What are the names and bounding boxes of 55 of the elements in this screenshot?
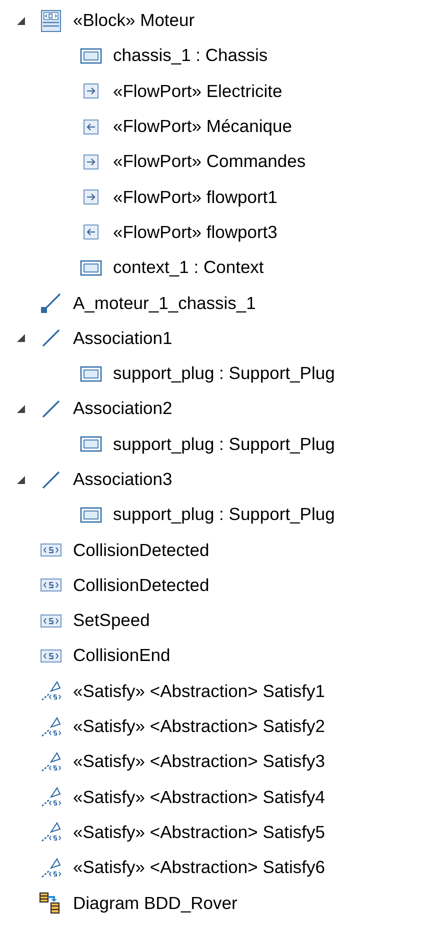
- expanded-arrow-icon[interactable]: [17, 16, 25, 25]
- tree-item-label[interactable]: A_moteur_1_chassis_1: [73, 292, 256, 314]
- line-icon: [41, 470, 61, 490]
- tree-item-label[interactable]: SetSpeed: [73, 610, 150, 632]
- tree-item-label[interactable]: CollisionDetected: [73, 540, 210, 561]
- satisfy-icon: [40, 680, 62, 702]
- signal-icon: [40, 543, 62, 558]
- satisfy-icon: [40, 821, 62, 844]
- satisfy-icon: [40, 716, 62, 738]
- tree-item-label[interactable]: «Block» Moteur: [73, 10, 195, 32]
- part-icon: [80, 366, 102, 382]
- line-icon: [41, 398, 61, 419]
- tree-item-label[interactable]: «Satisfy» <Abstraction> Satisfy4: [73, 786, 325, 808]
- expanded-arrow-icon[interactable]: [17, 476, 25, 484]
- tree-item-label[interactable]: support_plug : Support_Plug: [113, 504, 335, 526]
- tree-item-label[interactable]: context_1 : Context: [113, 257, 264, 278]
- tree-item-label[interactable]: Association2: [73, 398, 172, 420]
- connector-icon: [40, 292, 62, 314]
- right-arrow-box-icon: [83, 154, 99, 170]
- tree-item-label[interactable]: «FlowPort» flowport1: [113, 186, 278, 208]
- satisfy-icon: [40, 856, 62, 879]
- tree-item-label[interactable]: «FlowPort» Electricite: [113, 80, 282, 102]
- part-icon: [80, 436, 102, 452]
- part-icon: [80, 48, 102, 64]
- signal-icon: [40, 648, 62, 663]
- tree-item-label[interactable]: «FlowPort» flowport3: [113, 222, 278, 243]
- tree-item-label[interactable]: chassis_1 : Chassis: [113, 45, 268, 66]
- tree-item-label[interactable]: «Satisfy» <Abstraction> Satisfy2: [73, 716, 325, 738]
- tree-item-label[interactable]: «Satisfy» <Abstraction> Satisfy5: [73, 822, 325, 843]
- signal-icon: [40, 614, 62, 628]
- tree-item-label[interactable]: Association3: [73, 469, 172, 490]
- satisfy-icon: [40, 786, 62, 808]
- left-arrow-box-icon: [83, 118, 99, 135]
- right-arrow-box-icon: [83, 83, 99, 100]
- tree-item-label[interactable]: «Satisfy» <Abstraction> Satisfy3: [73, 751, 325, 772]
- tree-item-label[interactable]: Diagram BDD_Rover: [73, 892, 238, 914]
- block-icon: [40, 8, 62, 33]
- tree-item-label[interactable]: «FlowPort» Commandes: [113, 151, 306, 172]
- right-arrow-box-icon: [83, 189, 99, 206]
- part-icon: [80, 506, 102, 523]
- tree-item-label[interactable]: «FlowPort» Mécanique: [113, 116, 292, 138]
- tree-item-label[interactable]: support_plug : Support_Plug: [113, 363, 335, 384]
- left-arrow-box-icon: [83, 224, 99, 240]
- expanded-arrow-icon[interactable]: [17, 334, 25, 342]
- signal-icon: [40, 578, 62, 592]
- tree-item-label[interactable]: «Satisfy» <Abstraction> Satisfy1: [73, 680, 325, 702]
- tree-item-label[interactable]: «Satisfy» <Abstraction> Satisfy6: [73, 857, 325, 878]
- tree-item-label[interactable]: CollisionDetected: [73, 574, 210, 596]
- tree-item-label[interactable]: support_plug : Support_Plug: [113, 434, 335, 455]
- part-icon: [80, 260, 102, 276]
- tree-item-label[interactable]: CollisionEnd: [73, 645, 170, 666]
- expanded-arrow-icon[interactable]: [17, 404, 25, 413]
- tree-item-label[interactable]: Association1: [73, 328, 172, 349]
- line-icon: [41, 328, 61, 348]
- satisfy-icon: [40, 750, 62, 773]
